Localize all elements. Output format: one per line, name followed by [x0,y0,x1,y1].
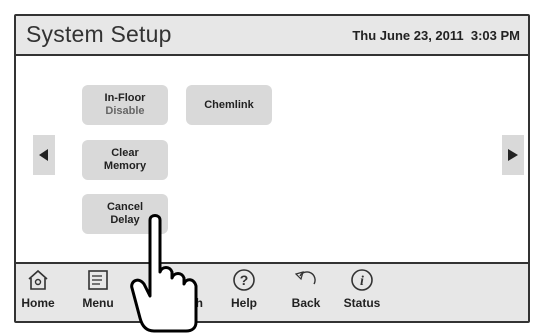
left-arrow-icon [39,149,48,161]
scroll-left-button[interactable] [33,135,55,175]
menu-icon [88,270,108,290]
header-bar: System Setup Thu June 23, 2011 3:03 PM [16,16,528,56]
infloor-disable-button[interactable]: In-Floor Disable [82,85,168,125]
date-time: Thu June 23, 2011 3:03 PM [352,28,520,43]
clear-memory-line2: Memory [103,160,147,172]
infloor-label: In-Floor [104,92,146,104]
help-icon: ? [233,269,255,291]
svg-text:i: i [360,274,364,289]
infloor-state-label: Disable [105,105,145,117]
content-area: In-Floor Disable Chemlink Clear Memory C… [16,56,528,262]
nav-help[interactable]: ? Help [214,268,274,318]
scroll-right-button[interactable] [502,135,524,175]
controller-screen: System Setup Thu June 23, 2011 3:03 PM I… [14,14,530,323]
chemlink-label: Chemlink [204,98,254,111]
clear-memory-line1: Clear [111,147,139,159]
nav-menu[interactable]: Menu [68,268,128,318]
svg-text:?: ? [240,272,249,288]
nav-home-label: Home [21,296,55,310]
back-icon [294,271,316,285]
status-icon: i [351,269,373,291]
nav-back[interactable]: Back [276,268,336,318]
clear-memory-button[interactable]: Clear Memory [82,140,168,180]
right-arrow-icon [508,149,518,161]
nav-help-label: Help [230,296,257,310]
nav-home[interactable]: Home [8,268,68,318]
nav-status[interactable]: i Status [332,268,392,318]
nav-menu-label: Menu [82,296,114,310]
page-title: System Setup [26,21,172,47]
chemlink-button[interactable]: Chemlink [186,85,272,125]
bottom-nav: Home Menu ch ? Help Back i Status [16,262,528,321]
pointing-hand-icon [130,214,198,333]
home-icon [28,269,48,290]
nav-status-label: Status [343,296,381,310]
nav-back-label: Back [291,296,321,310]
